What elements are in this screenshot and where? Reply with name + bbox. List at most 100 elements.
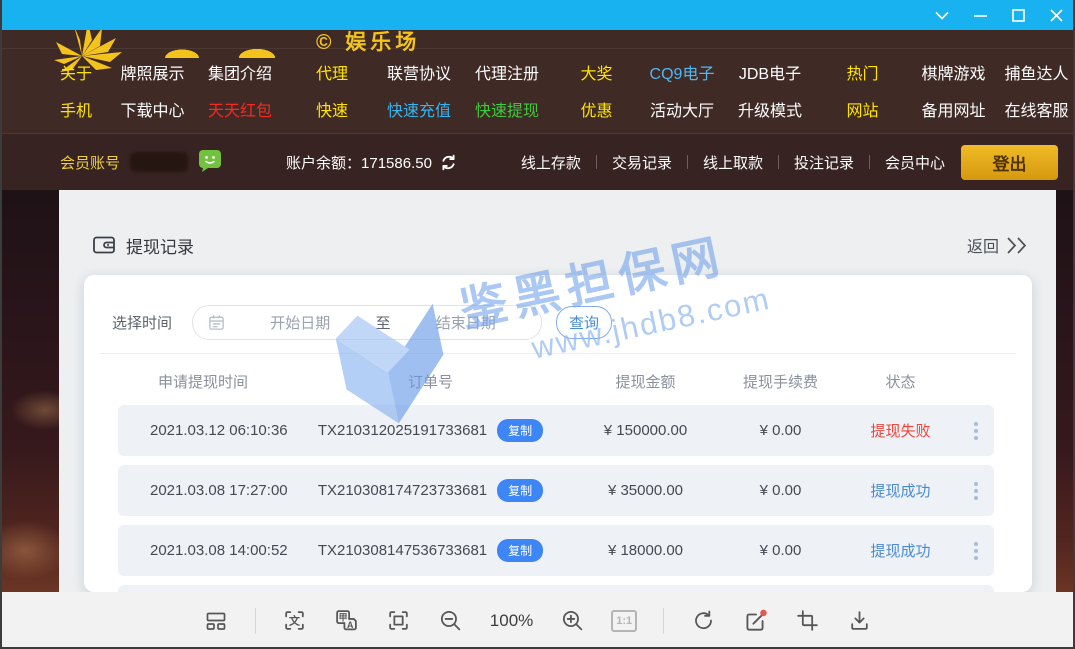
copy-button[interactable]: 复制 bbox=[497, 479, 543, 502]
table-row: 2021.03.08 17:27:00 TX210308174723733681… bbox=[118, 465, 994, 516]
zoom-out-button[interactable] bbox=[438, 608, 464, 634]
maximize-button[interactable] bbox=[999, 0, 1037, 30]
nav-item-about[interactable]: 关于 bbox=[60, 60, 92, 84]
nav-item-agent[interactable]: 代理 bbox=[316, 60, 348, 84]
link-betting-records[interactable]: 投注记录 bbox=[794, 152, 854, 173]
toolbar-separator bbox=[663, 608, 664, 634]
separator bbox=[778, 155, 779, 169]
back-label: 返回 bbox=[967, 233, 999, 257]
separator bbox=[687, 155, 688, 169]
nav-item-jdb[interactable]: JDB电子 bbox=[739, 60, 801, 84]
close-button[interactable] bbox=[1037, 0, 1075, 30]
toolbar-separator bbox=[255, 608, 256, 634]
ocr-capture-icon: 文 bbox=[282, 608, 307, 633]
records-card: 选择时间 开始日期 至 结束日期 查询 申请提现时间 订单号 提现金额 提现手续… bbox=[84, 275, 1032, 592]
nav-item-quick-withdraw[interactable]: 快速提现 bbox=[475, 97, 539, 121]
cell-amount: ¥ 150000.00 bbox=[573, 422, 718, 439]
nav-item-download-center[interactable]: 下载中心 bbox=[120, 97, 184, 121]
nav-item-quick-deposit[interactable]: 快速充值 bbox=[387, 97, 451, 121]
nav-item-board-games[interactable]: 棋牌游戏 bbox=[921, 60, 985, 84]
status-badge: 提现成功 bbox=[843, 540, 958, 561]
nav-item-red-packet[interactable]: 天天红包 bbox=[208, 97, 272, 121]
cell-order-no: TX210312025191733681 bbox=[318, 422, 487, 439]
col-header-fee: 提现手续费 bbox=[718, 371, 843, 392]
nav-item-group-intro[interactable]: 集团介绍 bbox=[208, 60, 272, 84]
fit-screen-button[interactable] bbox=[386, 608, 412, 634]
download-button[interactable] bbox=[846, 608, 872, 634]
col-header-amount: 提现金额 bbox=[573, 371, 718, 392]
nav-item-hot[interactable]: 热门 bbox=[846, 60, 878, 84]
nav-item-jackpot[interactable]: 大奖 bbox=[580, 60, 612, 84]
nav-item-affiliate-agreement[interactable]: 联营协议 bbox=[387, 60, 451, 84]
table-row: 2021.03.08 14:00:52 TX210308147536733681… bbox=[118, 525, 994, 576]
cell-apply-time: 2021.03.12 06:10:36 bbox=[118, 422, 288, 439]
header-divider bbox=[0, 48, 1075, 49]
chat-icon[interactable] bbox=[198, 149, 222, 176]
nav-item-upgrade-mode[interactable]: 升级模式 bbox=[738, 97, 802, 121]
nav-item-quick[interactable]: 快速 bbox=[316, 97, 348, 121]
nav-item-mobile[interactable]: 手机 bbox=[60, 97, 92, 121]
nav-item-activity-hall[interactable]: 活动大厅 bbox=[650, 97, 714, 121]
divider bbox=[100, 353, 1016, 354]
cell-fee: ¥ 0.00 bbox=[718, 422, 843, 439]
copy-button[interactable]: 复制 bbox=[497, 419, 543, 442]
table-body: 2021.03.12 06:10:36 TX210312025191733681… bbox=[118, 405, 994, 592]
nav-item-online-service[interactable]: 在线客服 bbox=[1004, 97, 1068, 121]
start-date-placeholder[interactable]: 开始日期 bbox=[225, 312, 376, 333]
col-header-apply-time: 申请提现时间 bbox=[118, 371, 288, 392]
svg-text:文: 文 bbox=[289, 613, 300, 627]
nav-item-license[interactable]: 牌照展示 bbox=[120, 60, 184, 84]
zoom-in-button[interactable] bbox=[559, 608, 585, 634]
main-nav: 关于 牌照展示 集团介绍 代理 联营协议 代理注册 大奖 CQ9电子 JDB电子… bbox=[40, 53, 1075, 127]
to-label: 至 bbox=[376, 312, 391, 333]
account-bar: 会员账号 账户余额：171586.50 线上存款 交易记录 线上取款 投注记录 … bbox=[0, 133, 1075, 190]
status-badge: 提现失败 bbox=[843, 420, 958, 441]
layout-button[interactable] bbox=[203, 608, 229, 634]
rotate-button[interactable] bbox=[690, 608, 716, 634]
nav-item-promo[interactable]: 优惠 bbox=[580, 97, 612, 121]
withdraw-records-panel: 提现记录 返回 选择时间 开始日期 至 结束日期 查询 bbox=[59, 190, 1056, 592]
table-row: 2021.03.12 06:10:36 TX210312025191733681… bbox=[118, 405, 994, 456]
minimize-icon bbox=[974, 9, 987, 22]
window-titlebar bbox=[0, 0, 1075, 30]
balance-text: 账户余额：171586.50 bbox=[286, 152, 432, 173]
ocr-capture-button[interactable]: 文 bbox=[282, 608, 308, 634]
row-actions-menu[interactable] bbox=[970, 538, 982, 564]
refresh-balance-icon[interactable] bbox=[440, 154, 457, 171]
edit-button[interactable] bbox=[742, 608, 768, 634]
nav-item-agent-register[interactable]: 代理注册 bbox=[475, 60, 539, 84]
minimize-button[interactable] bbox=[961, 0, 999, 30]
link-online-deposit[interactable]: 线上存款 bbox=[521, 152, 581, 173]
row-actions-menu[interactable] bbox=[970, 478, 982, 504]
nav-item-backup-url[interactable]: 备用网址 bbox=[921, 97, 985, 121]
back-link[interactable]: 返回 bbox=[967, 233, 1030, 257]
end-date-placeholder[interactable]: 结束日期 bbox=[391, 312, 542, 333]
actual-size-button[interactable]: 1:1 bbox=[611, 610, 637, 632]
logout-button[interactable]: 登出 bbox=[961, 145, 1058, 180]
account-label: 会员账号 bbox=[60, 152, 120, 173]
search-button[interactable]: 查询 bbox=[556, 306, 612, 339]
layout-icon bbox=[204, 609, 228, 633]
table-header-row: 申请提现时间 订单号 提现金额 提现手续费 状态 bbox=[118, 361, 994, 401]
nav-item-fishing[interactable]: 捕鱼达人 bbox=[1004, 60, 1068, 84]
date-range-input[interactable]: 开始日期 至 结束日期 bbox=[192, 305, 542, 340]
calendar-icon bbox=[208, 314, 225, 331]
wallet-icon bbox=[92, 233, 116, 257]
crop-button[interactable] bbox=[794, 608, 820, 634]
filter-label: 选择时间 bbox=[112, 312, 172, 333]
translate-icon: 甲 A bbox=[334, 608, 359, 633]
link-transaction-records[interactable]: 交易记录 bbox=[612, 152, 672, 173]
chevron-down-icon bbox=[935, 11, 949, 20]
copy-button[interactable]: 复制 bbox=[497, 539, 543, 562]
zoom-level-value[interactable]: 100% bbox=[490, 611, 533, 631]
cell-fee: ¥ 0.00 bbox=[718, 542, 843, 559]
translate-button[interactable]: 甲 A bbox=[334, 608, 360, 634]
nav-item-website[interactable]: 网站 bbox=[846, 97, 878, 121]
collapse-chevron-button[interactable] bbox=[923, 0, 961, 30]
link-member-center[interactable]: 会员中心 bbox=[885, 152, 945, 173]
nav-item-cq9[interactable]: CQ9电子 bbox=[650, 60, 715, 84]
link-online-withdraw[interactable]: 线上取款 bbox=[703, 152, 763, 173]
maximize-icon bbox=[1012, 9, 1025, 22]
row-actions-menu[interactable] bbox=[970, 418, 982, 444]
account-links: 线上存款 交易记录 线上取款 投注记录 会员中心 bbox=[521, 152, 945, 173]
